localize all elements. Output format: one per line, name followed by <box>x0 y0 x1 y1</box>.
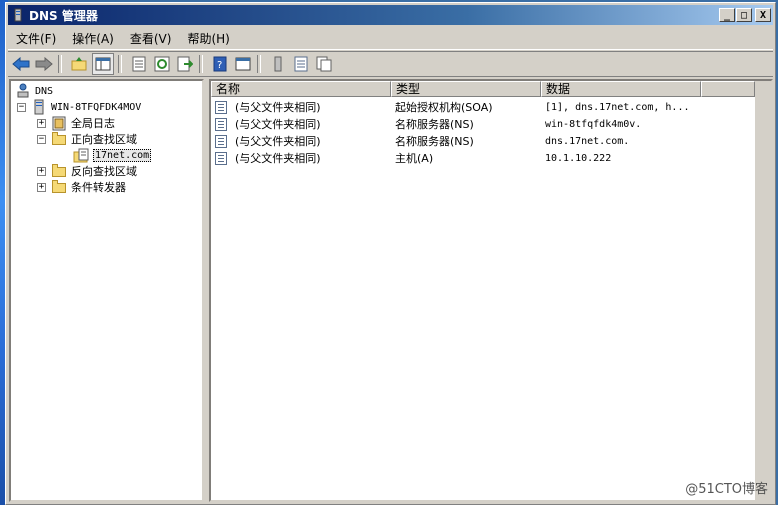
menu-action[interactable]: 操作(A) <box>64 30 122 47</box>
record-name: (与父文件夹相同) <box>235 135 321 148</box>
record-icon <box>215 100 227 114</box>
dns-app-icon <box>11 8 25 22</box>
view-icon[interactable] <box>233 54 253 74</box>
refresh-icon[interactable] <box>152 54 172 74</box>
show-hide-tree-icon[interactable] <box>92 53 114 75</box>
up-folder-icon[interactable] <box>69 54 89 74</box>
tree-label-conditional-forwarders: 条件转发器 <box>71 181 126 194</box>
column-header-name[interactable]: 名称 <box>211 81 391 97</box>
svg-text:?: ? <box>217 60 222 71</box>
title-bar[interactable]: DNS 管理器 _ □ X <box>8 5 773 25</box>
tree-label-server: WIN-8TFQFDK4MOV <box>51 101 142 113</box>
tree-item-reverse-zones[interactable]: + 反向查找区域 <box>37 163 137 179</box>
table-row[interactable]: (与父文件夹相同) 名称服务器(NS) dns.17net.com. <box>211 133 701 149</box>
help-icon[interactable]: ? <box>210 54 230 74</box>
zone-icon <box>73 147 89 163</box>
toolbar-separator <box>199 55 203 73</box>
tree-label-reverse-zones: 反向查找区域 <box>71 165 137 178</box>
collapse-toggle[interactable]: − <box>17 102 26 112</box>
record-type: 名称服务器(NS) <box>395 118 474 131</box>
vertical-scrollbar[interactable] <box>755 81 771 500</box>
content-panes: DNS − WIN-8TFQFDK4MOV + 全局日志 − 正向查找区域 17… <box>8 78 773 502</box>
collapse-toggle[interactable]: − <box>37 134 46 144</box>
menu-file[interactable]: 文件(F) <box>8 30 64 47</box>
menu-bar: 文件(F) 操作(A) 查看(V) 帮助(H) <box>8 27 773 50</box>
table-row[interactable]: (与父文件夹相同) 名称服务器(NS) win-8tfqfdk4m0v. <box>211 116 701 132</box>
console-tree[interactable]: DNS − WIN-8TFQFDK4MOV + 全局日志 − 正向查找区域 17… <box>9 79 204 502</box>
tree-label-dns: DNS <box>35 85 54 97</box>
dns-icon <box>15 83 31 99</box>
tree-item-forward-zones[interactable]: − 正向查找区域 <box>37 131 137 147</box>
record-type: 名称服务器(NS) <box>395 135 474 148</box>
record-data: win-8tfqfdk4m0v. <box>545 118 642 130</box>
properties-icon[interactable] <box>129 54 149 74</box>
tree-item-dns[interactable]: DNS <box>15 83 53 99</box>
window-title: DNS 管理器 <box>29 8 98 23</box>
tree-label-forward-zones: 正向查找区域 <box>71 133 137 146</box>
column-header-type[interactable]: 类型 <box>391 81 541 97</box>
new-record-list-icon[interactable] <box>291 54 311 74</box>
dns-manager-window: DNS 管理器 _ □ X 文件(F) 操作(A) 查看(V) 帮助(H) ? … <box>5 2 776 505</box>
log-icon <box>51 115 67 131</box>
folder-icon <box>51 179 67 195</box>
tree-item-conditional-forwarders[interactable]: + 条件转发器 <box>37 179 126 195</box>
expand-toggle[interactable]: + <box>37 182 46 192</box>
new-record-icon[interactable] <box>268 54 288 74</box>
table-row[interactable]: (与父文件夹相同) 起始授权机构(SOA) [1], dns.17net.com… <box>211 99 701 115</box>
expand-toggle[interactable]: + <box>37 118 46 128</box>
record-name: (与父文件夹相同) <box>235 118 321 131</box>
toolbar-separator <box>118 55 122 73</box>
back-arrow-icon[interactable] <box>11 54 31 74</box>
tree-item-global-logs[interactable]: + 全局日志 <box>37 115 115 131</box>
export-list-icon[interactable] <box>175 54 195 74</box>
close-button[interactable]: X <box>755 8 771 22</box>
tree-item-zone[interactable]: 17net.com <box>73 147 152 163</box>
column-header-data[interactable]: 数据 <box>541 81 701 97</box>
folder-icon <box>51 163 67 179</box>
server-icon <box>31 99 47 115</box>
list-header: 名称 类型 数据 <box>211 81 755 97</box>
record-name: (与父文件夹相同) <box>235 101 321 114</box>
record-icon <box>215 151 227 165</box>
expand-toggle[interactable]: + <box>37 166 46 176</box>
column-header-filler <box>701 81 755 97</box>
toolbar-separator <box>58 55 62 73</box>
tree-label-zone: 17net.com <box>93 148 152 162</box>
record-type: 主机(A) <box>395 152 434 165</box>
record-data: 10.1.10.222 <box>545 152 612 164</box>
toolbar: ? <box>8 51 773 77</box>
record-icon <box>215 134 227 148</box>
menu-help[interactable]: 帮助(H) <box>179 30 237 47</box>
forward-arrow-icon[interactable] <box>34 54 54 74</box>
folder-icon <box>51 131 67 147</box>
minimize-button[interactable]: _ <box>719 8 735 22</box>
tree-item-server[interactable]: − WIN-8TFQFDK4MOV <box>17 99 141 115</box>
toolbar-separator <box>257 55 261 73</box>
record-type: 起始授权机构(SOA) <box>395 101 493 114</box>
record-name: (与父文件夹相同) <box>235 152 321 165</box>
records-list[interactable]: 名称 类型 数据 (与父文件夹相同) 起始授权机构(SOA) [1], dns.… <box>209 79 773 502</box>
record-data: [1], dns.17net.com, h... <box>545 101 690 113</box>
record-icon <box>215 117 227 131</box>
menu-view[interactable]: 查看(V) <box>122 30 180 47</box>
tree-label-global-logs: 全局日志 <box>71 117 115 130</box>
maximize-button[interactable]: □ <box>736 8 752 22</box>
watermark: @51CTO博客 <box>685 482 768 497</box>
table-row[interactable]: (与父文件夹相同) 主机(A) 10.1.10.222 <box>211 150 701 166</box>
record-data: dns.17net.com. <box>545 135 630 147</box>
copy-icon[interactable] <box>314 54 334 74</box>
